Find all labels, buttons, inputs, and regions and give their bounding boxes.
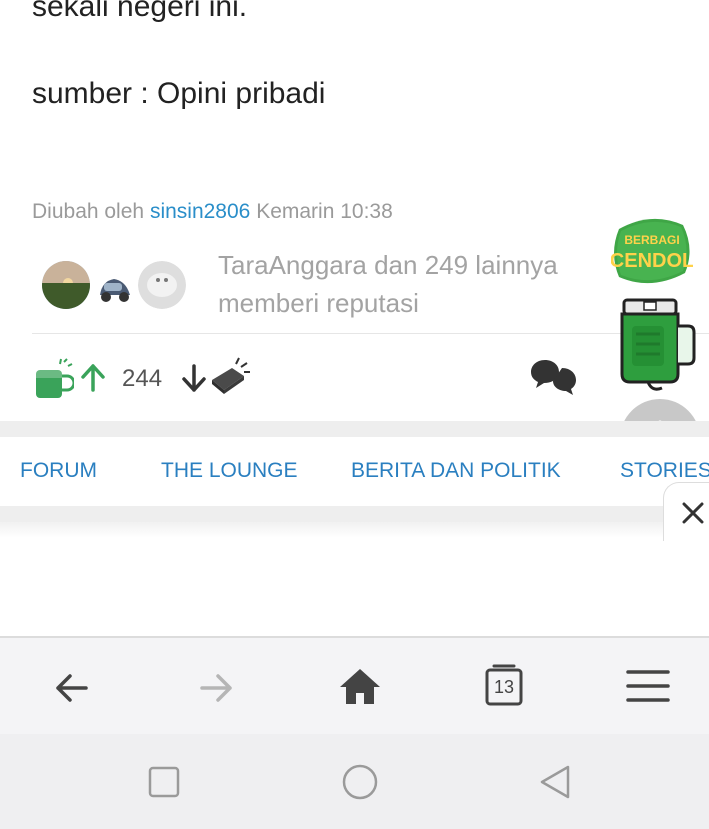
home-icon (340, 669, 380, 704)
circle-icon (342, 764, 378, 800)
vote-count: 244 (122, 365, 163, 392)
cendol-cup-icon[interactable] (34, 358, 76, 407)
system-navigation-bar (0, 734, 709, 829)
reputation-text: TaraAnggara dan 249 lainnya memberi repu… (218, 250, 558, 318)
upvote-arrow-icon[interactable] (80, 364, 106, 397)
close-ad-button[interactable] (663, 482, 709, 541)
system-back-button[interactable] (538, 764, 572, 805)
post-source: sumber : Opini pribadi (32, 77, 326, 110)
ad-area-shadow (0, 522, 709, 538)
tab-count: 13 (493, 677, 515, 697)
avatar[interactable] (42, 261, 90, 309)
bata-brick-icon[interactable] (208, 356, 252, 403)
square-icon (148, 766, 180, 798)
tab-the-lounge[interactable]: THE LOUNGE (161, 459, 298, 483)
hamburger-menu-icon (626, 670, 670, 702)
tab-stories[interactable]: STORIES (620, 459, 709, 483)
edit-prefix: Diubah oleh (32, 200, 145, 223)
forward-button[interactable] (196, 668, 236, 713)
edit-time: Kemarin 10:38 (256, 200, 393, 223)
tab-forum[interactable]: FORUM (20, 459, 97, 483)
system-home-button[interactable] (341, 763, 379, 806)
post-text-line: sekali negeri ini. (32, 0, 248, 23)
edit-username-link[interactable]: sinsin2806 (150, 200, 250, 223)
browser-toolbar: 13 (0, 636, 709, 736)
downvote-arrow-icon[interactable] (181, 364, 207, 397)
badge-line2: CENDOL (611, 250, 693, 272)
edit-info: Diubah oleh sinsin2806 Kemarin 10:38 (32, 200, 393, 224)
cendol-jar-icon[interactable] (618, 296, 700, 397)
home-button[interactable] (338, 666, 382, 713)
arrow-right-icon (200, 674, 232, 702)
arrow-left-icon (56, 674, 88, 702)
berbagi-cendol-badge[interactable]: BERBAGI CENDOL (610, 215, 694, 292)
section-separator (0, 506, 709, 522)
menu-button[interactable] (626, 668, 670, 709)
tab-berita-dan-politik[interactable]: BERITA DAN POLITIK (351, 459, 561, 483)
section-separator (0, 421, 709, 437)
category-tabs: FORUM THE LOUNGE BERITA DAN POLITIK STOR… (0, 437, 709, 506)
divider (32, 333, 709, 334)
avatar[interactable] (90, 261, 138, 309)
tabs-button[interactable]: 13 (484, 664, 524, 708)
recent-apps-button[interactable] (148, 766, 180, 803)
back-button[interactable] (52, 668, 92, 713)
close-icon (682, 502, 704, 524)
comment-icon[interactable] (529, 358, 577, 401)
badge-line1: BERBAGI (624, 233, 679, 247)
avatar[interactable] (138, 261, 186, 309)
triangle-back-icon (540, 765, 570, 799)
